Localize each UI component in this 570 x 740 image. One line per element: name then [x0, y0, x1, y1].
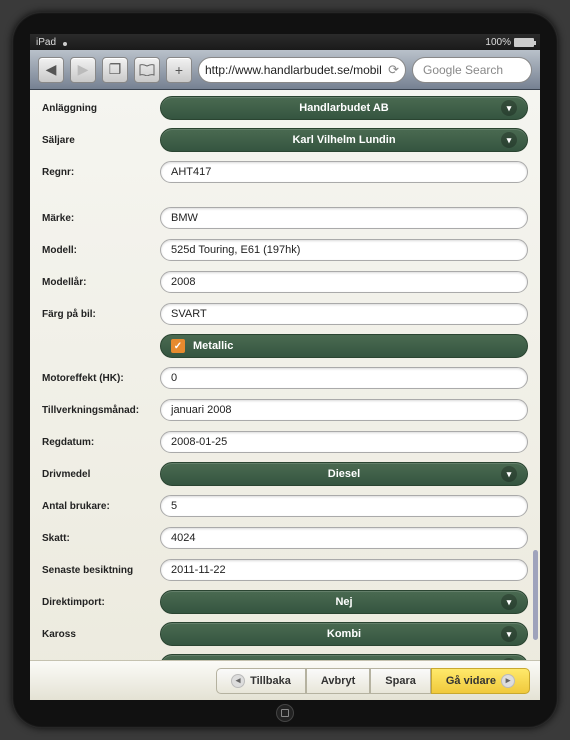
wifi-icon — [60, 38, 70, 46]
chevron-down-icon: ▾ — [501, 132, 517, 148]
label-anlaggning: Anläggning — [42, 103, 160, 114]
chevron-down-icon: ▾ — [501, 466, 517, 482]
select-saljare[interactable]: Karl Vilhelm Lundin ▾ — [160, 128, 528, 152]
tillbaka-button[interactable]: ◂ Tillbaka — [216, 668, 306, 694]
select-drivmedel[interactable]: Diesel ▾ — [160, 462, 528, 486]
select-anlaggning[interactable]: Handlarbudet AB ▾ — [160, 96, 528, 120]
bookmarks-button[interactable] — [134, 57, 160, 83]
page-content: Anläggning Handlarbudet AB ▾ Säljare Kar… — [30, 90, 540, 700]
button-label: Gå vidare — [446, 675, 496, 687]
label-farg: Färg på bil: — [42, 309, 160, 320]
input-modell[interactable]: 525d Touring, E61 (197hk) — [160, 239, 528, 261]
select-direktimport[interactable]: Nej ▾ — [160, 590, 528, 614]
refresh-icon[interactable]: ⟳ — [388, 62, 399, 78]
device-label: iPad — [36, 37, 56, 48]
back-button[interactable]: ◀ — [38, 57, 64, 83]
avbryt-button[interactable]: Avbryt — [306, 668, 370, 694]
input-value: 2008 — [171, 276, 195, 288]
home-button[interactable] — [276, 704, 294, 722]
forward-arrow-icon: ▸ — [501, 674, 515, 688]
browser-toolbar: ◀ ▶ ❐ + http://www.handlarbudet.se/mobil… — [30, 50, 540, 90]
label-modell: Modell: — [42, 245, 160, 256]
select-value: Diesel — [328, 468, 360, 480]
form-area[interactable]: Anläggning Handlarbudet AB ▾ Säljare Kar… — [30, 90, 540, 660]
input-value: AHT417 — [171, 166, 211, 178]
select-value: Karl Vilhelm Lundin — [292, 134, 395, 146]
battery-percent: 100% — [485, 37, 511, 48]
chevron-down-icon: ▾ — [501, 100, 517, 116]
input-value: 2008-01-25 — [171, 436, 227, 448]
label-tillverkningsmanad: Tillverkningsmånad: — [42, 405, 160, 416]
select-value: Nej — [335, 596, 352, 608]
input-tillverkningsmanad[interactable]: januari 2008 — [160, 399, 528, 421]
search-input[interactable]: Google Search — [412, 57, 532, 83]
input-value: BMW — [171, 212, 198, 224]
scrollbar[interactable] — [533, 550, 538, 640]
input-value: januari 2008 — [171, 404, 232, 416]
label-direktimport: Direktimport: — [42, 597, 160, 608]
button-label: Avbryt — [321, 675, 355, 687]
label-saljare: Säljare — [42, 135, 160, 146]
add-button[interactable]: + — [166, 57, 192, 83]
input-value: 0 — [171, 372, 177, 384]
label-drivmedel: Drivmedel — [42, 469, 160, 480]
input-value: 4024 — [171, 532, 195, 544]
chevron-down-icon: ▾ — [501, 594, 517, 610]
spara-button[interactable]: Spara — [370, 668, 431, 694]
input-motoreffekt[interactable]: 0 — [160, 367, 528, 389]
screen: iPad 100% ◀ ▶ ❐ + http://www.handlarbude… — [30, 34, 540, 700]
button-label: Tillbaka — [250, 675, 291, 687]
label-motoreffekt: Motoreffekt (HK): — [42, 373, 160, 384]
button-label: Spara — [385, 675, 416, 687]
input-value: 525d Touring, E61 (197hk) — [171, 244, 300, 256]
input-value: 5 — [171, 500, 177, 512]
input-regdatum[interactable]: 2008-01-25 — [160, 431, 528, 453]
input-farg[interactable]: SVART — [160, 303, 528, 325]
input-regnr[interactable]: AHT417 — [160, 161, 528, 183]
checkbox-label: Metallic — [193, 340, 233, 352]
label-kaross: Kaross — [42, 629, 160, 640]
input-value: SVART — [171, 308, 207, 320]
status-bar: iPad 100% — [30, 34, 540, 50]
label-regdatum: Regdatum: — [42, 437, 160, 448]
check-icon: ✓ — [171, 339, 185, 353]
label-modellar: Modellår: — [42, 277, 160, 288]
input-skatt[interactable]: 4024 — [160, 527, 528, 549]
input-antalbrukare[interactable]: 5 — [160, 495, 528, 517]
forward-button[interactable]: ▶ — [70, 57, 96, 83]
select-value: Handlarbudet AB — [299, 102, 388, 114]
label-senastebesiktning: Senaste besiktning — [42, 565, 160, 576]
input-modellar[interactable]: 2008 — [160, 271, 528, 293]
select-kaross[interactable]: Kombi ▾ — [160, 622, 528, 646]
label-skatt: Skatt: — [42, 533, 160, 544]
book-icon — [139, 64, 155, 76]
input-value: 2011-11-22 — [171, 564, 226, 576]
checkbox-metallic[interactable]: ✓ Metallic — [160, 334, 528, 358]
input-senastebesiktning[interactable]: 2011-11-22 — [160, 559, 528, 581]
label-regnr: Regnr: — [42, 167, 160, 178]
chevron-down-icon: ▾ — [501, 626, 517, 642]
ipad-frame: iPad 100% ◀ ▶ ❐ + http://www.handlarbude… — [12, 12, 558, 728]
back-arrow-icon: ◂ — [231, 674, 245, 688]
url-bar[interactable]: http://www.handlarbudet.se/mobil ⟳ — [198, 57, 406, 83]
battery-icon — [514, 38, 534, 47]
gavidare-button[interactable]: Gå vidare ▸ — [431, 668, 530, 694]
select-value: Kombi — [327, 628, 361, 640]
label-marke: Märke: — [42, 213, 160, 224]
url-text: http://www.handlarbudet.se/mobil — [205, 63, 388, 77]
search-placeholder: Google Search — [423, 63, 503, 77]
label-antalbrukare: Antal brukare: — [42, 501, 160, 512]
bottom-bar: ◂ Tillbaka Avbryt Spara Gå vidare ▸ — [30, 660, 540, 700]
input-marke[interactable]: BMW — [160, 207, 528, 229]
pages-button[interactable]: ❐ — [102, 57, 128, 83]
